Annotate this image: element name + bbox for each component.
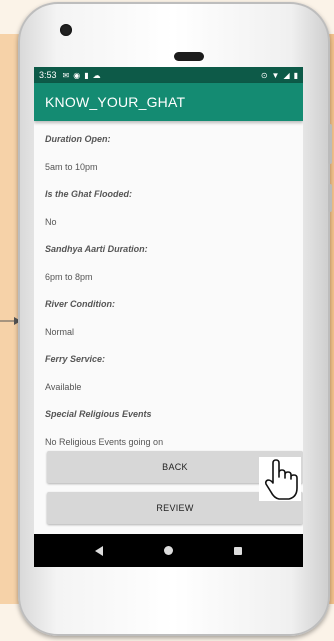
cloud-icon: ☁ (92, 71, 101, 80)
navigation-bar (34, 534, 303, 567)
phone-screen: 3:53 ✉ ◉ ▮ ☁ ⊙ ▼ ◢ ▮ KNOW_YOUR_GHAT Duratio… (34, 67, 303, 567)
nav-back-icon[interactable] (94, 545, 103, 556)
app-bar: KNOW_YOUR_GHAT (34, 83, 303, 121)
sandhya-aarti-value: 6pm to 8pm (45, 272, 93, 282)
ghat-details: Duration Open: 5am to 10pm Is the Ghat F… (34, 121, 303, 452)
ghat-flooded-value: No (45, 217, 57, 227)
power-button (328, 184, 332, 212)
ghat-flooded-label: Is the Ghat Flooded: (45, 189, 132, 199)
nav-home-icon[interactable] (163, 546, 173, 555)
hand-pointer-icon (259, 457, 301, 501)
ferry-service-value: Available (45, 382, 82, 392)
sd-card-icon: ▮ (84, 71, 89, 80)
duration-open-label: Duration Open: (45, 134, 111, 144)
mail-icon: ✉ (62, 71, 70, 80)
signal-icon: ◢ (283, 70, 290, 80)
wifi-icon: ▼ (271, 70, 280, 80)
river-condition-label: River Condition: (45, 299, 115, 309)
app-title: KNOW_YOUR_GHAT (45, 94, 186, 110)
duration-open-value: 5am to 10pm (45, 162, 98, 172)
ferry-service-label: Ferry Service: (45, 354, 106, 364)
river-condition-value: Normal (45, 327, 75, 337)
sandhya-aarti-label: Sandhya Aarti Duration: (45, 244, 148, 254)
status-bar: 3:53 ✉ ◉ ▮ ☁ ⊙ ▼ ◢ ▮ (34, 67, 303, 83)
nav-recent-apps-icon[interactable] (234, 546, 243, 555)
battery-icon: ▮ (293, 70, 298, 80)
religious-events-label: Special Religious Events (45, 409, 152, 419)
location-icon: ⊙ (260, 70, 268, 80)
volume-button (328, 124, 332, 164)
front-camera (60, 24, 72, 36)
religious-events-value: No Religious Events going on (45, 437, 164, 447)
status-time: 3:53 (39, 70, 57, 80)
earpiece-speaker (174, 52, 204, 61)
app-notification-icon: ◉ (73, 71, 81, 80)
